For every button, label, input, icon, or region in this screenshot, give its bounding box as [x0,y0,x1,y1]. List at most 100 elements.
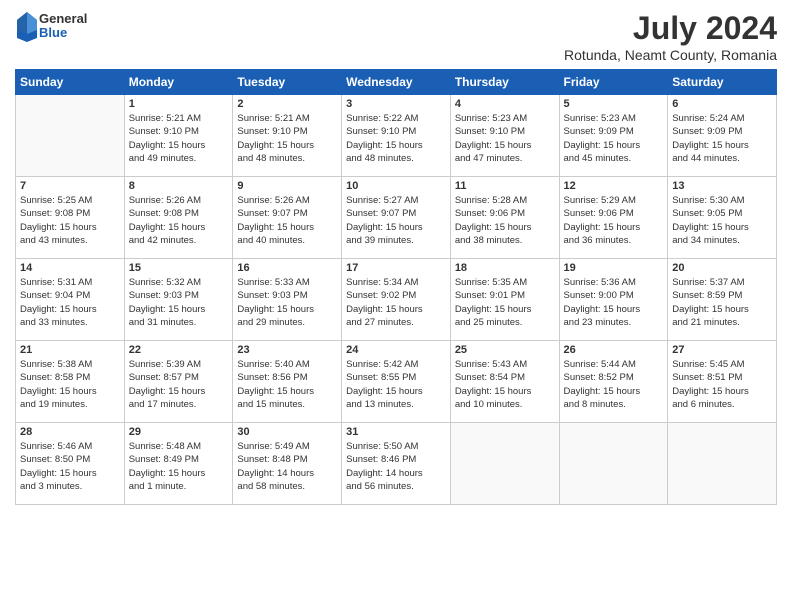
calendar-week-5: 28Sunrise: 5:46 AM Sunset: 8:50 PM Dayli… [16,423,777,505]
table-row: 8Sunrise: 5:26 AM Sunset: 9:08 PM Daylig… [124,177,233,259]
day-info: Sunrise: 5:45 AM Sunset: 8:51 PM Dayligh… [672,358,772,411]
calendar-body: 1Sunrise: 5:21 AM Sunset: 9:10 PM Daylig… [16,95,777,505]
day-number: 5 [564,98,664,110]
day-number: 24 [346,344,446,356]
day-info: Sunrise: 5:48 AM Sunset: 8:49 PM Dayligh… [129,440,229,493]
table-row [668,423,777,505]
day-info: Sunrise: 5:23 AM Sunset: 9:10 PM Dayligh… [455,112,555,165]
header: General Blue July 2024 Rotunda, Neamt Co… [15,10,777,63]
day-info: Sunrise: 5:35 AM Sunset: 9:01 PM Dayligh… [455,276,555,329]
day-info: Sunrise: 5:50 AM Sunset: 8:46 PM Dayligh… [346,440,446,493]
day-number: 3 [346,98,446,110]
subtitle: Rotunda, Neamt County, Romania [564,47,777,63]
table-row: 20 Sunrise: 5:37 AM Sunset: 8:59 PM Dayli… [668,259,777,341]
title-area: July 2024 Rotunda, Neamt County, Romania [564,10,777,63]
table-row: 4Sunrise: 5:23 AM Sunset: 9:10 PM Daylig… [450,95,559,177]
day-number: 10 [346,180,446,192]
day-info: Sunrise: 5:24 AM Sunset: 9:09 PM Dayligh… [672,112,772,165]
day-number: 27 [672,344,772,356]
col-monday: Monday [124,70,233,95]
table-row: 13 Sunrise: 5:30 AM Sunset: 9:05 PM Dayli… [668,177,777,259]
day-info: Sunrise: 5:36 AM Sunset: 9:00 PM Dayligh… [564,276,664,329]
day-number: 15 [129,262,229,274]
day-info: Sunrise: 5:43 AM Sunset: 8:54 PM Dayligh… [455,358,555,411]
day-info: Sunrise: 5:42 AM Sunset: 8:55 PM Dayligh… [346,358,446,411]
day-info: Sunrise: 5:38 AM Sunset: 8:58 PM Dayligh… [20,358,120,411]
header-row: Sunday Monday Tuesday Wednesday Thursday… [16,70,777,95]
col-wednesday: Wednesday [342,70,451,95]
table-row: 1Sunrise: 5:21 AM Sunset: 9:10 PM Daylig… [124,95,233,177]
table-row: 25 Sunrise: 5:43 AM Sunset: 8:54 PM Dayli… [450,341,559,423]
day-number: 31 [346,426,446,438]
table-row: 9 Sunrise: 5:26 AM Sunset: 9:07 PM Daylig… [233,177,342,259]
month-title: July 2024 [564,10,777,47]
day-number: 14 [20,262,120,274]
logo-icon [15,10,39,42]
table-row [450,423,559,505]
day-number: 6 [672,98,772,110]
table-row: 2 Sunrise: 5:21 AM Sunset: 9:10 PM Daylig… [233,95,342,177]
table-row: 5 Sunrise: 5:23 AM Sunset: 9:09 PM Daylig… [559,95,668,177]
col-friday: Friday [559,70,668,95]
day-info: Sunrise: 5:21 AM Sunset: 9:10 PM Dayligh… [129,112,229,165]
table-row: 19Sunrise: 5:36 AM Sunset: 9:00 PM Dayli… [559,259,668,341]
table-row: 21 Sunrise: 5:38 AM Sunset: 8:58 PM Dayli… [16,341,125,423]
day-number: 23 [237,344,337,356]
day-info: Sunrise: 5:25 AM Sunset: 9:08 PM Dayligh… [20,194,120,247]
col-thursday: Thursday [450,70,559,95]
day-number: 20 [672,262,772,274]
day-number: 30 [237,426,337,438]
table-row: 14 Sunrise: 5:31 AM Sunset: 9:04 PM Dayli… [16,259,125,341]
day-number: 22 [129,344,229,356]
day-info: Sunrise: 5:44 AM Sunset: 8:52 PM Dayligh… [564,358,664,411]
day-number: 13 [672,180,772,192]
calendar-header: Sunday Monday Tuesday Wednesday Thursday… [16,70,777,95]
day-number: 17 [346,262,446,274]
day-number: 11 [455,180,555,192]
table-row: 3Sunrise: 5:22 AM Sunset: 9:10 PM Daylig… [342,95,451,177]
table-row: 12Sunrise: 5:29 AM Sunset: 9:06 PM Dayli… [559,177,668,259]
day-number: 9 [237,180,337,192]
day-info: Sunrise: 5:49 AM Sunset: 8:48 PM Dayligh… [237,440,337,493]
day-number: 18 [455,262,555,274]
day-info: Sunrise: 5:40 AM Sunset: 8:56 PM Dayligh… [237,358,337,411]
col-sunday: Sunday [16,70,125,95]
day-info: Sunrise: 5:37 AM Sunset: 8:59 PM Dayligh… [672,276,772,329]
day-number: 2 [237,98,337,110]
day-info: Sunrise: 5:21 AM Sunset: 9:10 PM Dayligh… [237,112,337,165]
table-row: 15 Sunrise: 5:32 AM Sunset: 9:03 PM Dayli… [124,259,233,341]
day-info: Sunrise: 5:28 AM Sunset: 9:06 PM Dayligh… [455,194,555,247]
day-info: Sunrise: 5:30 AM Sunset: 9:05 PM Dayligh… [672,194,772,247]
day-info: Sunrise: 5:31 AM Sunset: 9:04 PM Dayligh… [20,276,120,329]
table-row: 17Sunrise: 5:34 AM Sunset: 9:02 PM Dayli… [342,259,451,341]
page: General Blue July 2024 Rotunda, Neamt Co… [0,0,792,612]
table-row: 29 Sunrise: 5:48 AM Sunset: 8:49 PM Dayli… [124,423,233,505]
table-row: 30 Sunrise: 5:49 AM Sunset: 8:48 PM Dayli… [233,423,342,505]
table-row: 28Sunrise: 5:46 AM Sunset: 8:50 PM Dayli… [16,423,125,505]
table-row: 27 Sunrise: 5:45 AM Sunset: 8:51 PM Dayli… [668,341,777,423]
day-info: Sunrise: 5:23 AM Sunset: 9:09 PM Dayligh… [564,112,664,165]
day-info: Sunrise: 5:32 AM Sunset: 9:03 PM Dayligh… [129,276,229,329]
logo-blue: Blue [39,26,87,40]
day-number: 7 [20,180,120,192]
day-number: 29 [129,426,229,438]
calendar-week-2: 7 Sunrise: 5:25 AM Sunset: 9:08 PM Daylig… [16,177,777,259]
col-tuesday: Tuesday [233,70,342,95]
table-row: 18 Sunrise: 5:35 AM Sunset: 9:01 PM Dayli… [450,259,559,341]
table-row [559,423,668,505]
table-row: 10Sunrise: 5:27 AM Sunset: 9:07 PM Dayli… [342,177,451,259]
day-number: 16 [237,262,337,274]
day-number: 28 [20,426,120,438]
day-number: 25 [455,344,555,356]
table-row: 16Sunrise: 5:33 AM Sunset: 9:03 PM Dayli… [233,259,342,341]
day-number: 8 [129,180,229,192]
logo-text: General Blue [39,12,87,41]
table-row: 31 Sunrise: 5:50 AM Sunset: 8:46 PM Dayli… [342,423,451,505]
day-number: 21 [20,344,120,356]
table-row [16,95,125,177]
table-row: 24 Sunrise: 5:42 AM Sunset: 8:55 PM Dayli… [342,341,451,423]
table-row: 26Sunrise: 5:44 AM Sunset: 8:52 PM Dayli… [559,341,668,423]
day-info: Sunrise: 5:26 AM Sunset: 9:07 PM Dayligh… [237,194,337,247]
calendar-week-4: 21 Sunrise: 5:38 AM Sunset: 8:58 PM Dayli… [16,341,777,423]
logo-general: General [39,12,87,26]
